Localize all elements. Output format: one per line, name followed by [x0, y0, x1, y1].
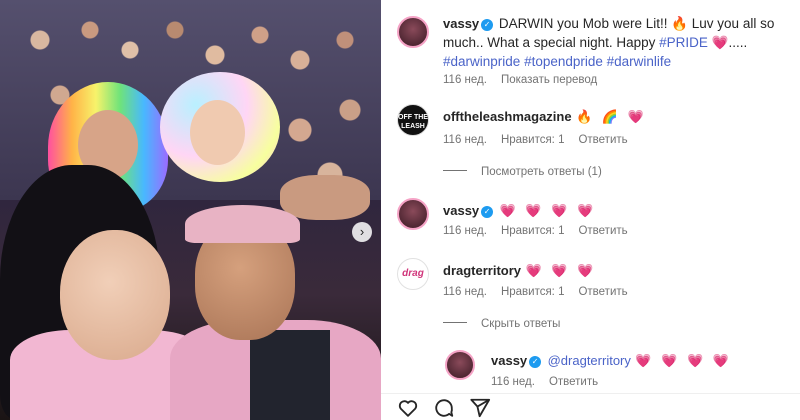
caption-body-2: 💗..... [707, 35, 748, 50]
avatar[interactable] [397, 16, 429, 48]
man-cap [185, 205, 300, 243]
woman-face [60, 230, 170, 360]
verified-icon: ✓ [481, 206, 494, 218]
comment-line: offtheleashmagazine 🔥 🌈 💗 [443, 108, 647, 126]
comment-text: 🔥 🌈 💗 [576, 109, 647, 124]
reply-username[interactable]: vassy [491, 353, 527, 368]
show-translation-link[interactable]: Показать перевод [501, 74, 597, 86]
comment-time: 116 нед. [443, 286, 487, 298]
comment-meta: 116 нед. Нравится: 1 Ответить [443, 225, 642, 237]
comment-text: 💗 💗 💗 💗 [499, 203, 597, 218]
raised-hand [280, 175, 370, 220]
hashtag-pride[interactable]: #PRIDE [659, 35, 708, 50]
comment-icon[interactable] [433, 397, 455, 419]
comment-username[interactable]: vassy [443, 203, 479, 218]
comment-text: 💗 💗 💗 [525, 263, 597, 278]
reply-button[interactable]: Ответить [578, 134, 627, 146]
avatar[interactable] [397, 198, 429, 230]
comments-panel: vassy ✓ DARWIN you Mob were Lit!! 🔥 Luv y… [381, 0, 800, 420]
reply-mention[interactable]: @dragterritory [548, 353, 631, 368]
comment-line: dragterritory 💗 💗 💗 [443, 262, 596, 280]
post-photo[interactable]: › [0, 0, 381, 420]
avatar[interactable]: drag [397, 258, 429, 290]
view-replies-link[interactable]: Посмотреть ответы (1) [443, 166, 602, 178]
avatar[interactable]: OFF THE LEASH [397, 104, 429, 136]
reply-time: 116 нед. [491, 376, 535, 388]
reply-button[interactable]: Ответить [549, 376, 598, 388]
hashtag-topendpride[interactable]: #topendpride [524, 54, 603, 69]
author-username[interactable]: vassy [443, 16, 479, 31]
reply-text: 💗 💗 💗 💗 [635, 353, 732, 368]
post-action-bar [381, 393, 800, 420]
chevron-right-icon[interactable]: › [352, 222, 372, 242]
performer-face [190, 100, 245, 165]
comment-meta: 116 нед. Нравится: 1 Ответить [443, 134, 642, 146]
caption-text: vassy ✓ DARWIN you Mob were Lit!! 🔥 Luv y… [443, 14, 793, 71]
verified-icon: ✓ [481, 19, 494, 31]
comment-meta: 116 нед. Нравится: 1 Ответить [443, 286, 642, 298]
reply-button[interactable]: Ответить [578, 225, 627, 237]
hashtag-darwinpride[interactable]: #darwinpride [443, 54, 520, 69]
verified-icon: ✓ [529, 356, 542, 368]
hashtag-darwinlife[interactable]: #darwinlife [607, 54, 672, 69]
share-icon[interactable] [469, 397, 491, 419]
comment-likes[interactable]: Нравится: 1 [501, 134, 565, 146]
reply-meta: 116 нед. Ответить [491, 376, 612, 388]
heart-outline-icon[interactable] [397, 397, 419, 419]
comment-likes[interactable]: Нравится: 1 [501, 286, 565, 298]
caption-meta: 116 нед. Показать перевод [443, 74, 611, 86]
comment-username[interactable]: dragterritory [443, 263, 521, 278]
post-time: 116 нед. [443, 74, 487, 86]
avatar[interactable] [445, 350, 475, 380]
hide-replies-link[interactable]: Скрыть ответы [443, 318, 560, 330]
comment-time: 116 нед. [443, 134, 487, 146]
comment-line: vassy ✓ 💗 💗 💗 💗 [443, 202, 596, 220]
man-shirt [250, 330, 330, 420]
reply-button[interactable]: Ответить [578, 286, 627, 298]
comment-username[interactable]: offtheleashmagazine [443, 109, 572, 124]
comment-likes[interactable]: Нравится: 1 [501, 225, 565, 237]
reply-line: vassy ✓ @dragterritory 💗 💗 💗 💗 [491, 352, 732, 370]
comment-time: 116 нед. [443, 225, 487, 237]
